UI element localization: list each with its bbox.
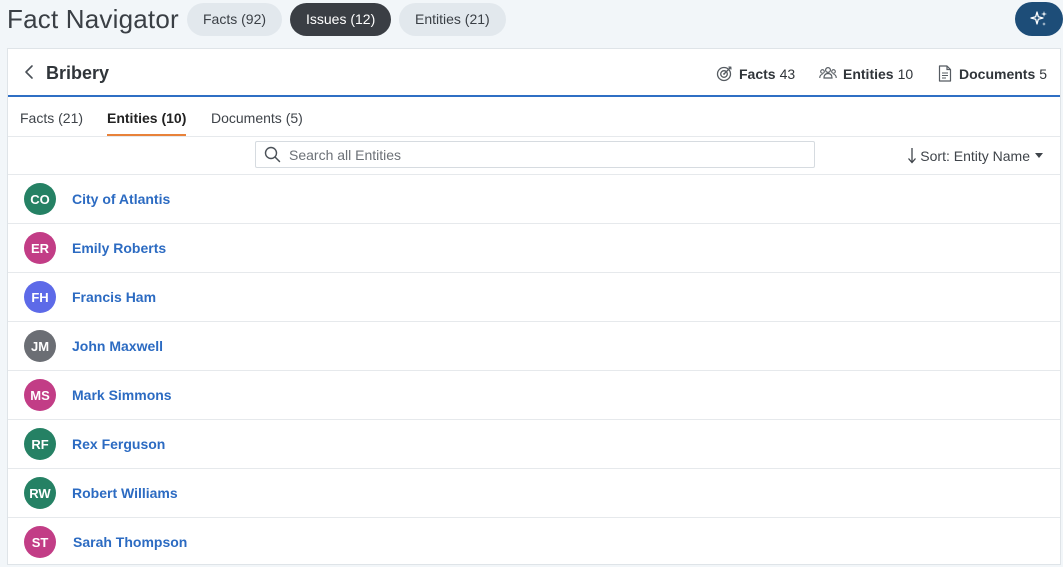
- sort-dropdown[interactable]: Sort: Entity Name: [907, 147, 1043, 164]
- nav-pill-entities[interactable]: Entities (21): [399, 3, 506, 36]
- app-title: Fact Navigator: [7, 4, 179, 34]
- entity-row[interactable]: ST Sarah Thompson: [8, 518, 1060, 564]
- stat-documents[interactable]: Documents 5: [937, 65, 1047, 82]
- avatar: FH: [24, 281, 56, 313]
- people-icon: [819, 66, 837, 79]
- entity-name-link[interactable]: Mark Simmons: [72, 387, 172, 403]
- stat-entities-value: 10: [897, 65, 914, 82]
- tab-documents[interactable]: Documents (5): [211, 110, 303, 134]
- search-input[interactable]: [287, 145, 791, 164]
- stat-entities-label: Entities: [843, 65, 894, 82]
- entity-row[interactable]: CO City of Atlantis: [8, 175, 1060, 224]
- search-icon: [264, 146, 281, 163]
- entity-row[interactable]: MS Mark Simmons: [8, 371, 1060, 420]
- stat-documents-value: 5: [1039, 65, 1048, 82]
- search-box: [255, 141, 815, 168]
- list-toolbar: Sort: Entity Name: [8, 137, 1060, 175]
- tab-entities[interactable]: Entities (10): [107, 110, 187, 136]
- sort-label: Sort: Entity Name: [920, 147, 1030, 164]
- entity-row[interactable]: RW Robert Williams: [8, 469, 1060, 518]
- sparkle-icon: [1030, 11, 1047, 26]
- entity-name-link[interactable]: City of Atlantis: [72, 191, 170, 207]
- entity-name-link[interactable]: Emily Roberts: [72, 240, 166, 256]
- magic-button[interactable]: [1015, 2, 1063, 36]
- chevron-left-icon[interactable]: [23, 64, 37, 80]
- entity-list: CO City of Atlantis ER Emily Roberts FH …: [8, 175, 1060, 564]
- stat-documents-label: Documents: [959, 65, 1036, 82]
- avatar: ST: [24, 526, 56, 558]
- document-icon: [938, 65, 952, 82]
- tab-facts[interactable]: Facts (21): [20, 110, 83, 134]
- issue-header: Bribery Facts 43 Entities 10 Documents 5: [8, 49, 1060, 97]
- caret-down-icon: [1035, 153, 1043, 158]
- target-icon: [716, 66, 732, 82]
- entity-name-link[interactable]: John Maxwell: [72, 338, 163, 354]
- stat-entities[interactable]: Entities 10: [819, 65, 913, 82]
- avatar: CO: [24, 183, 56, 215]
- avatar: ER: [24, 232, 56, 264]
- arrow-down-icon: [908, 148, 917, 164]
- nav-pill-facts[interactable]: Facts (92): [187, 3, 283, 36]
- entity-name-link[interactable]: Robert Williams: [72, 485, 178, 501]
- entity-name-link[interactable]: Francis Ham: [72, 289, 156, 305]
- entity-row[interactable]: ER Emily Roberts: [8, 224, 1060, 273]
- entity-row[interactable]: RF Rex Ferguson: [8, 420, 1060, 469]
- tab-bar: Facts (21) Entities (10) Documents (5): [8, 97, 1060, 137]
- entity-name-link[interactable]: Rex Ferguson: [72, 436, 165, 452]
- issue-title: Bribery: [46, 63, 110, 83]
- issue-card: Bribery Facts 43 Entities 10 Documents 5…: [7, 48, 1061, 565]
- avatar: RW: [24, 477, 56, 509]
- avatar: JM: [24, 330, 56, 362]
- top-bar: Fact Navigator Facts (92) Issues (12) En…: [0, 0, 1063, 40]
- entity-row[interactable]: JM John Maxwell: [8, 322, 1060, 371]
- stat-facts-value: 43: [779, 65, 796, 82]
- stat-facts[interactable]: Facts 43: [716, 65, 795, 82]
- avatar: MS: [24, 379, 56, 411]
- entity-row[interactable]: FH Francis Ham: [8, 273, 1060, 322]
- nav-pill-issues[interactable]: Issues (12): [290, 3, 392, 36]
- avatar: RF: [24, 428, 56, 460]
- entity-name-link[interactable]: Sarah Thompson: [73, 534, 187, 550]
- stat-facts-label: Facts: [739, 65, 776, 82]
